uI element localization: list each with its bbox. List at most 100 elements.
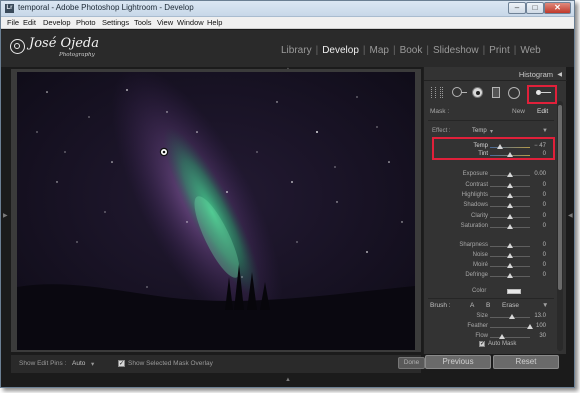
minimize-button[interactable]: – xyxy=(508,2,526,14)
slider-value[interactable]: 30 xyxy=(539,333,546,339)
effect-dropdown-icon[interactable]: ▾ xyxy=(490,128,493,135)
menu-settings[interactable]: Settings xyxy=(102,18,129,27)
slider-thumb[interactable] xyxy=(509,314,515,319)
slider-thumb[interactable] xyxy=(507,183,513,188)
temp-tint-highlight-box xyxy=(432,137,555,160)
slider-value[interactable]: 0 xyxy=(543,252,546,258)
slider-value[interactable]: 0.00 xyxy=(534,171,546,177)
left-panel-toggle-icon[interactable]: ▶ xyxy=(3,213,8,219)
module-develop[interactable]: Develop xyxy=(322,45,359,56)
slider-sharpness[interactable]: Sharpness 0 xyxy=(424,241,550,251)
show-overlay-label: Show Selected Mask Overlay xyxy=(128,360,213,367)
slider-value[interactable]: 0 xyxy=(543,223,546,229)
brush-a-button[interactable]: A xyxy=(470,302,474,309)
menu-tools[interactable]: Tools xyxy=(134,18,152,27)
scrollbar-thumb[interactable] xyxy=(558,105,562,290)
slider-size[interactable]: Size 13.0 xyxy=(424,312,550,322)
menu-help[interactable]: Help xyxy=(207,18,222,27)
window-title: temporal - Adobe Photoshop Lightroom - D… xyxy=(18,3,194,12)
slider-thumb[interactable] xyxy=(507,273,513,278)
spot-removal-tool-icon[interactable] xyxy=(450,87,467,98)
menu-view[interactable]: View xyxy=(157,18,173,27)
menu-develop[interactable]: Develop xyxy=(43,18,71,27)
slider-clarity[interactable]: Clarity 0 xyxy=(424,212,550,222)
slider-label: Feather xyxy=(467,323,488,329)
milky-way-photo[interactable] xyxy=(17,72,415,350)
red-eye-tool-icon[interactable] xyxy=(472,87,484,98)
module-web[interactable]: Web xyxy=(520,45,540,56)
slider-highlights[interactable]: Highlights 0 xyxy=(424,191,550,201)
crop-overlay-tool-icon[interactable] xyxy=(431,87,443,98)
slider-value[interactable]: 0 xyxy=(543,202,546,208)
module-library[interactable]: Library xyxy=(281,45,312,56)
slider-thumb[interactable] xyxy=(507,243,513,248)
brush-collapse-icon[interactable]: ▼ xyxy=(542,302,548,309)
histogram-header[interactable]: Histogram ◀ xyxy=(424,67,567,81)
slider-label: Saturation xyxy=(460,223,488,229)
radial-filter-tool-icon[interactable] xyxy=(508,87,520,99)
mask-edit-button[interactable]: Edit xyxy=(537,108,548,115)
menu-window[interactable]: Window xyxy=(177,18,204,27)
slider-contrast[interactable]: Contrast 0 xyxy=(424,181,550,191)
bottom-panel-toggle-icon[interactable]: ▲ xyxy=(285,377,291,383)
menu-photo[interactable]: Photo xyxy=(76,18,96,27)
reset-button[interactable]: Reset xyxy=(493,355,559,369)
maximize-button[interactable]: □ xyxy=(526,2,544,14)
slider-thumb[interactable] xyxy=(527,324,533,329)
brush-erase-button[interactable]: Erase xyxy=(502,302,519,309)
right-panel: Histogram ◀ Mask : New Edit Effect : Tem… xyxy=(423,67,567,354)
slider-thumb[interactable] xyxy=(507,214,513,219)
auto-mask-checkbox[interactable]: ✓ xyxy=(479,341,485,347)
photo-toolbar: Show Edit Pins : Auto ▾ ✓ Show Selected … xyxy=(11,354,425,373)
lightroom-app-icon: Lr xyxy=(5,4,14,13)
close-button[interactable]: ✕ xyxy=(544,2,571,14)
slider-value[interactable]: 13.0 xyxy=(534,313,546,319)
mask-new-button[interactable]: New xyxy=(512,108,525,115)
slider-thumb[interactable] xyxy=(507,193,513,198)
previous-button[interactable]: Previous xyxy=(425,355,491,369)
module-print[interactable]: Print xyxy=(489,45,510,56)
slider-noise[interactable]: Noise 0 xyxy=(424,251,550,261)
color-row: Color xyxy=(424,287,550,297)
module-slideshow[interactable]: Slideshow xyxy=(433,45,479,56)
slider-label: Noise xyxy=(472,252,488,258)
slider-thumb[interactable] xyxy=(499,334,505,339)
module-map[interactable]: Map xyxy=(370,45,389,56)
slider-saturation[interactable]: Saturation 0 xyxy=(424,222,550,232)
done-button[interactable]: Done xyxy=(398,357,425,369)
slider-value[interactable]: 0 xyxy=(543,182,546,188)
show-edit-pins-select[interactable]: Auto xyxy=(72,360,85,367)
slider-value[interactable]: 0 xyxy=(543,262,546,268)
slider-exposure[interactable]: Exposure 0.00 xyxy=(424,170,550,180)
right-panel-toggle-icon[interactable]: ◀ xyxy=(568,213,573,219)
slider-thumb[interactable] xyxy=(507,172,513,177)
menu-file[interactable]: File xyxy=(7,18,19,27)
slider-feather[interactable]: Feather 100 xyxy=(424,322,550,332)
slider-thumb[interactable] xyxy=(507,253,513,258)
slider-value[interactable]: 0 xyxy=(543,213,546,219)
show-overlay-checkbox[interactable]: ✓ xyxy=(118,360,125,367)
photo-canvas[interactable] xyxy=(11,69,421,352)
slider-value[interactable]: 0 xyxy=(543,192,546,198)
panel-scrollbar[interactable] xyxy=(557,101,563,351)
slider-track[interactable] xyxy=(490,337,530,338)
effect-select[interactable]: Temp xyxy=(472,128,487,134)
brush-b-button[interactable]: B xyxy=(486,302,490,309)
slider-moir-[interactable]: Moiré 0 xyxy=(424,261,550,271)
show-edit-pins-dropdown-icon[interactable]: ▾ xyxy=(91,360,94,368)
color-swatch[interactable] xyxy=(507,289,521,294)
graduated-filter-tool-icon[interactable] xyxy=(492,87,500,98)
slider-defringe[interactable]: Defringe 0 xyxy=(424,271,550,281)
slider-track[interactable] xyxy=(490,327,530,328)
slider-shadows[interactable]: Shadows 0 xyxy=(424,201,550,211)
slider-thumb[interactable] xyxy=(507,263,513,268)
slider-value[interactable]: 0 xyxy=(543,272,546,278)
menu-edit[interactable]: Edit xyxy=(23,18,36,27)
slider-thumb[interactable] xyxy=(507,224,513,229)
slider-thumb[interactable] xyxy=(507,203,513,208)
slider-value[interactable]: 100 xyxy=(536,323,546,329)
effect-collapse-icon[interactable]: ▼ xyxy=(542,128,548,134)
slider-value[interactable]: 0 xyxy=(543,242,546,248)
collapse-histogram-icon[interactable]: ◀ xyxy=(557,71,562,78)
module-book[interactable]: Book xyxy=(400,45,423,56)
